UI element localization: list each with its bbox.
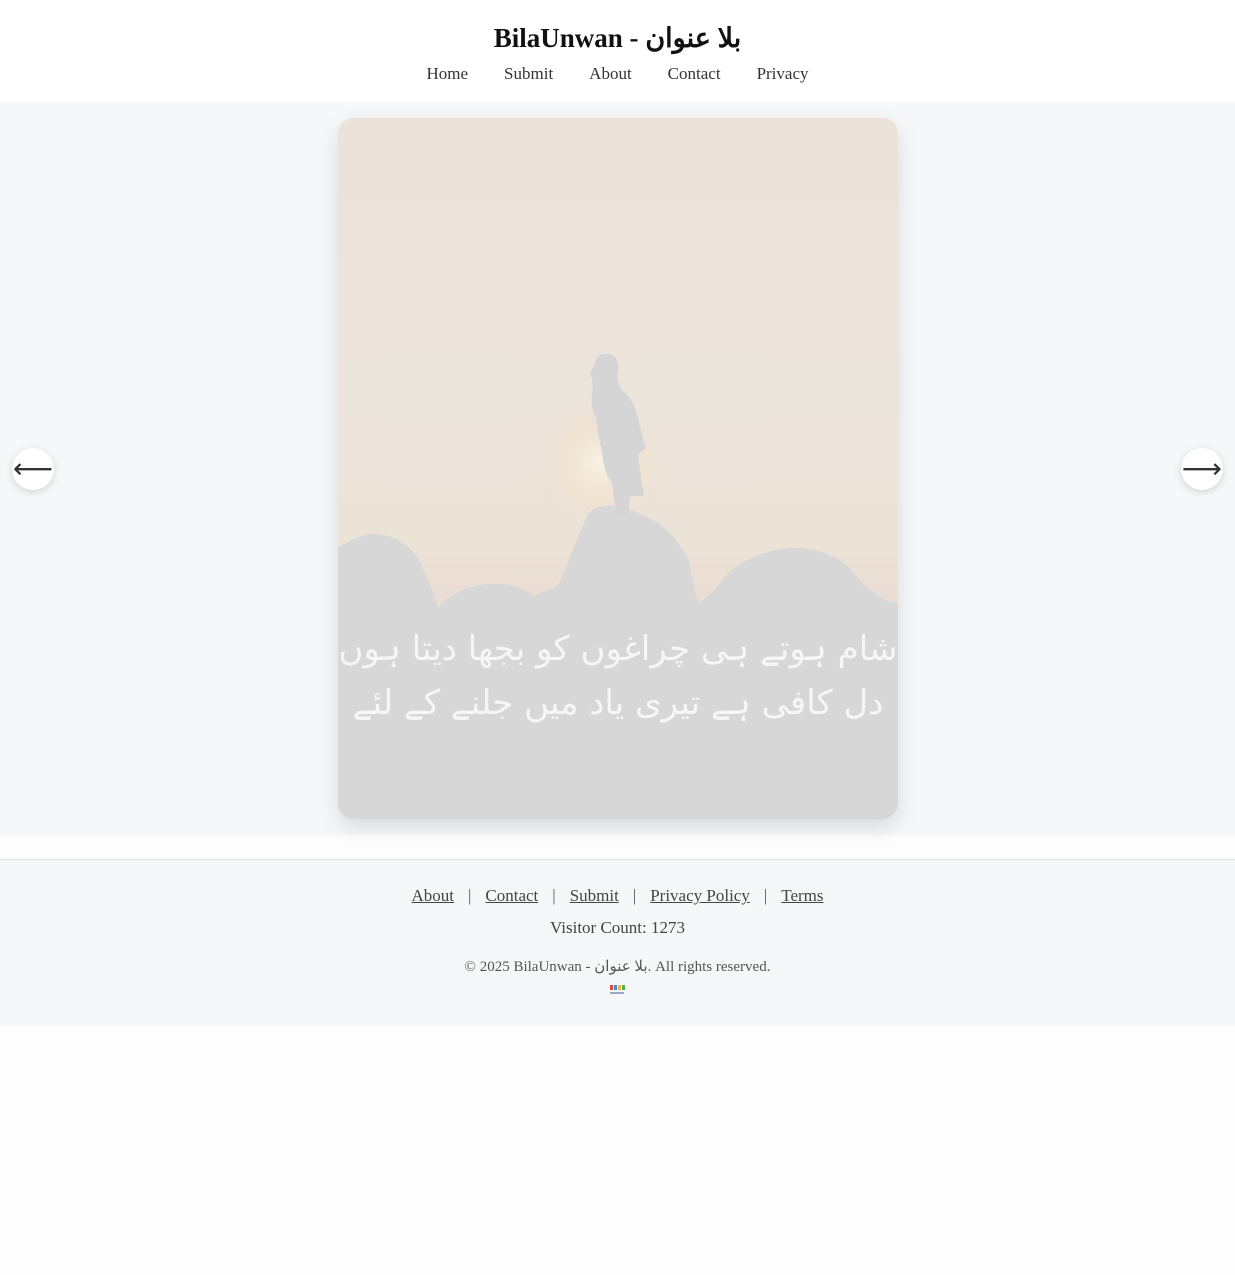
footer-link-about[interactable]: About bbox=[411, 886, 454, 906]
link-separator: | bbox=[763, 886, 768, 905]
link-separator: | bbox=[467, 886, 472, 905]
visitor-count: Visitor Count: 1273 bbox=[550, 918, 685, 937]
footer-link-privacy-policy[interactable]: Privacy Policy bbox=[650, 886, 750, 906]
poem-line-1: شام ہوتے ہی چراغوں کو بجھا دیتا ہوں bbox=[338, 629, 898, 669]
footer-logo-icon bbox=[610, 985, 625, 994]
poetry-slider: شام ہوتے ہی چراغوں کو بجھا دیتا ہوں دل ک… bbox=[0, 102, 1235, 835]
main-nav: Home Submit About Contact Privacy bbox=[0, 62, 1235, 86]
nav-home[interactable]: Home bbox=[427, 62, 469, 86]
poem-line-2: دل کافی ہے تیری یاد میں جلنے کے لئے bbox=[352, 683, 884, 723]
nav-privacy[interactable]: Privacy bbox=[757, 62, 809, 86]
prev-slide-button[interactable]: ⟵ bbox=[12, 448, 54, 490]
footer-link-contact[interactable]: Contact bbox=[485, 886, 538, 906]
nav-submit[interactable]: Submit bbox=[504, 62, 553, 86]
nav-contact[interactable]: Contact bbox=[668, 62, 721, 86]
site-header: BilaUnwan - بلا عنوان Home Submit About … bbox=[0, 0, 1235, 102]
next-slide-button[interactable]: ⟶ bbox=[1181, 448, 1223, 490]
arrow-left-icon: ⟵ bbox=[12, 452, 54, 485]
site-footer: About | Contact | Submit | Privacy Polic… bbox=[0, 859, 1235, 1026]
arrow-right-icon: ⟶ bbox=[1181, 452, 1223, 485]
footer-links: About | Contact | Submit | Privacy Polic… bbox=[0, 886, 1235, 906]
link-separator: | bbox=[552, 886, 556, 905]
poetry-card: شام ہوتے ہی چراغوں کو بجھا دیتا ہوں دل ک… bbox=[338, 118, 898, 819]
site-title[interactable]: BilaUnwan - بلا عنوان bbox=[0, 20, 1235, 56]
footer-link-terms[interactable]: Terms bbox=[781, 886, 823, 906]
page: BilaUnwan - بلا عنوان Home Submit About … bbox=[0, 0, 1235, 1275]
footer-link-submit[interactable]: Submit bbox=[570, 886, 619, 906]
copyright-text: © 2025 BilaUnwan - بلا عنوان. All rights… bbox=[464, 959, 771, 975]
nav-about[interactable]: About bbox=[589, 62, 632, 86]
link-separator: | bbox=[632, 886, 637, 905]
poem-text: شام ہوتے ہی چراغوں کو بجھا دیتا ہوں دل ک… bbox=[338, 622, 898, 730]
